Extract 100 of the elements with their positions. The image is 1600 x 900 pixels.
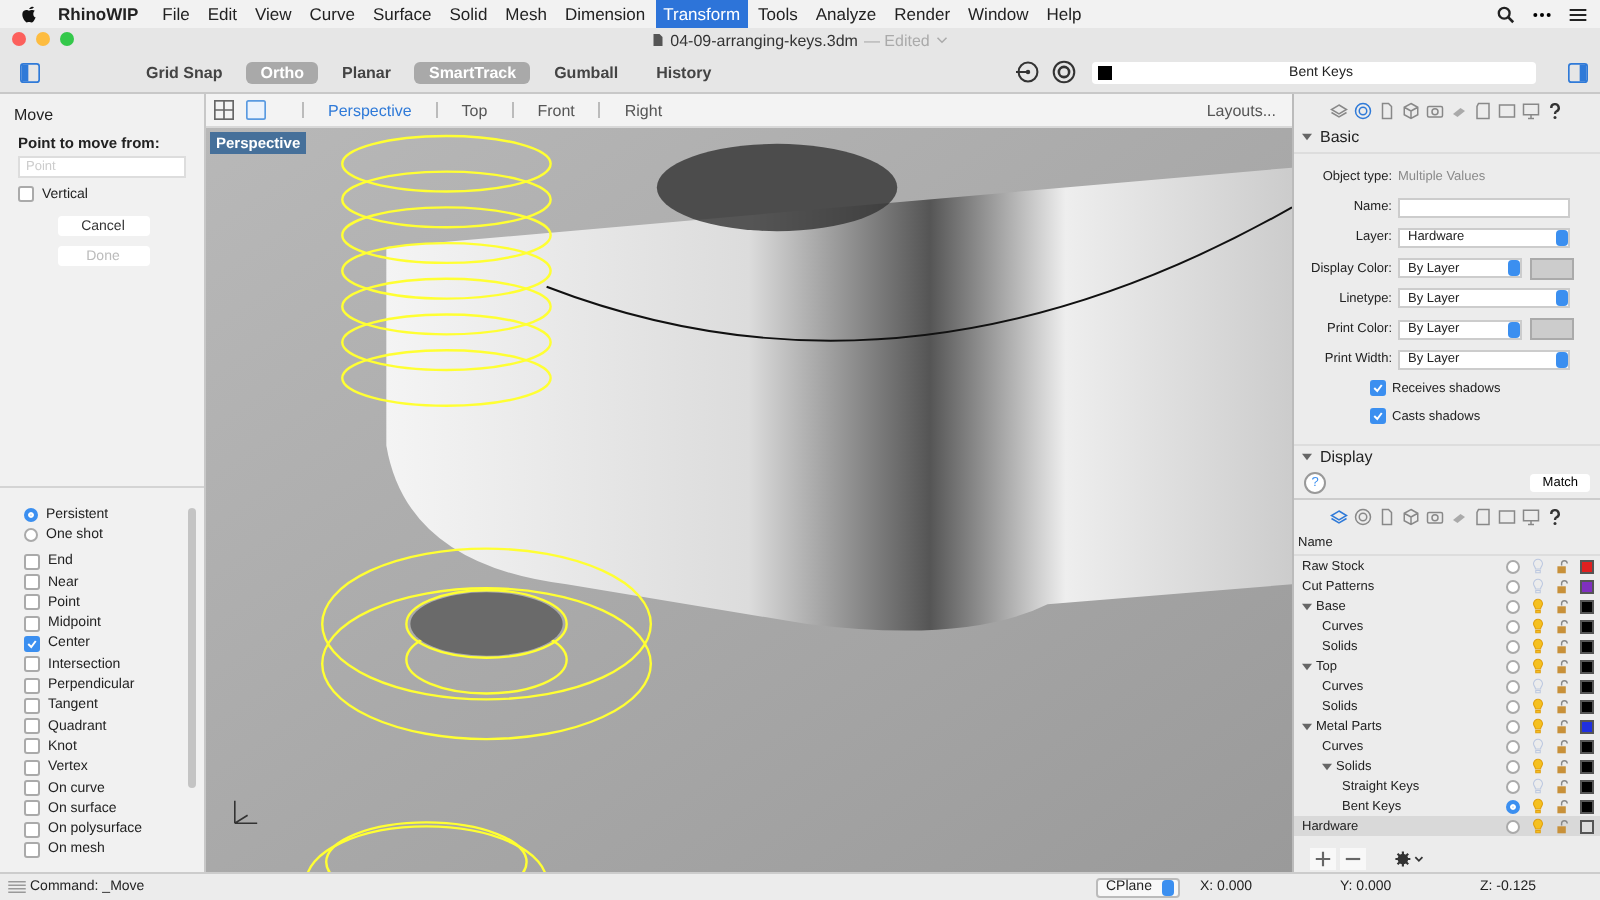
camera-icon[interactable] bbox=[1426, 507, 1444, 525]
current-layer-radio[interactable] bbox=[1506, 819, 1520, 833]
list-icon[interactable] bbox=[1568, 5, 1588, 23]
current-layer-radio[interactable] bbox=[1506, 599, 1520, 613]
checkbox[interactable] bbox=[24, 718, 40, 735]
current-layer-radio[interactable] bbox=[1506, 619, 1520, 633]
layer-color-swatch[interactable] bbox=[1580, 679, 1594, 693]
menu-item[interactable]: Tools bbox=[750, 0, 806, 28]
checkbox[interactable] bbox=[24, 635, 40, 652]
padlock-icon[interactable] bbox=[1556, 659, 1570, 673]
checkbox[interactable] bbox=[24, 697, 40, 714]
padlock-icon[interactable] bbox=[1556, 559, 1570, 573]
disclosure-triangle-icon[interactable] bbox=[1302, 661, 1312, 671]
radio-button[interactable] bbox=[24, 527, 38, 542]
padlock-icon[interactable] bbox=[1556, 699, 1570, 713]
layer-color-swatch[interactable] bbox=[1580, 819, 1594, 833]
layer-color-swatch[interactable] bbox=[1580, 779, 1594, 793]
checkbox[interactable] bbox=[1370, 380, 1386, 397]
checkbox[interactable] bbox=[24, 574, 40, 591]
disclosure-triangle-icon[interactable] bbox=[1302, 452, 1312, 462]
checkbox[interactable] bbox=[1370, 408, 1386, 425]
lightbulb-icon[interactable] bbox=[1532, 598, 1544, 614]
padlock-icon[interactable] bbox=[1556, 599, 1570, 613]
document-icon[interactable] bbox=[1378, 101, 1396, 119]
cube-icon[interactable] bbox=[1402, 507, 1420, 525]
snap-toggle[interactable]: Grid Snap bbox=[132, 61, 237, 83]
viewport-tab[interactable]: Right bbox=[624, 101, 663, 119]
checkbox[interactable] bbox=[18, 186, 34, 202]
layer-color-swatch[interactable] bbox=[1580, 659, 1594, 673]
object-properties-icon[interactable] bbox=[1354, 101, 1372, 119]
layers-icon[interactable] bbox=[1330, 507, 1348, 525]
snap-toggle[interactable]: Planar bbox=[328, 61, 405, 83]
color-swatch[interactable] bbox=[1530, 257, 1574, 280]
section-title[interactable]: Display bbox=[1320, 448, 1373, 466]
disclosure-triangle-icon[interactable] bbox=[1302, 601, 1312, 611]
close-button[interactable] bbox=[12, 32, 26, 46]
current-layer-radio[interactable] bbox=[1506, 759, 1520, 773]
viewport-tab[interactable]: Perspective bbox=[328, 101, 412, 119]
menu-item[interactable]: File bbox=[154, 0, 198, 28]
search-icon[interactable] bbox=[1496, 5, 1516, 23]
current-layer-radio[interactable] bbox=[1506, 579, 1520, 593]
disclosure-triangle-icon[interactable] bbox=[1302, 721, 1312, 731]
menu-item[interactable]: Transform bbox=[655, 0, 749, 28]
checkbox[interactable] bbox=[24, 780, 40, 796]
layer-color-swatch[interactable] bbox=[1580, 619, 1594, 633]
scrollbar[interactable] bbox=[188, 508, 196, 788]
circle-target-icon[interactable] bbox=[1052, 60, 1076, 84]
document-icon[interactable] bbox=[1378, 507, 1396, 525]
padlock-icon[interactable] bbox=[1556, 779, 1570, 793]
monitor-icon[interactable] bbox=[1522, 101, 1540, 119]
command-history-icon[interactable] bbox=[8, 880, 26, 894]
disclosure-triangle-icon[interactable] bbox=[1322, 761, 1332, 771]
single-viewport-icon[interactable] bbox=[246, 100, 266, 120]
layouts-button[interactable]: Layouts... bbox=[1206, 101, 1276, 119]
layer-color-swatch[interactable] bbox=[1580, 599, 1594, 613]
padlock-icon[interactable] bbox=[1556, 619, 1570, 633]
question-mark-icon[interactable] bbox=[1546, 507, 1564, 525]
padlock-icon[interactable] bbox=[1556, 719, 1570, 733]
menu-item[interactable]: Solid bbox=[441, 0, 496, 28]
viewport-tab[interactable]: Top bbox=[461, 101, 488, 119]
menu-item[interactable]: Help bbox=[1038, 0, 1090, 28]
snap-toggle[interactable]: Gumball bbox=[540, 61, 633, 83]
remove-layer-icon[interactable] bbox=[1340, 847, 1366, 869]
checkbox[interactable] bbox=[24, 615, 40, 632]
menu-item[interactable]: Mesh bbox=[497, 0, 555, 28]
add-layer-icon[interactable] bbox=[1310, 847, 1336, 869]
checkbox[interactable] bbox=[24, 800, 40, 817]
lightbulb-icon[interactable] bbox=[1532, 698, 1544, 714]
padlock-icon[interactable] bbox=[1556, 739, 1570, 753]
four-viewports-icon[interactable] bbox=[214, 100, 234, 120]
current-layer-radio[interactable] bbox=[1506, 679, 1520, 693]
sheet-icon[interactable] bbox=[1474, 507, 1492, 525]
menu-item[interactable]: Window bbox=[960, 0, 1037, 28]
lightbulb-icon[interactable] bbox=[1532, 798, 1544, 814]
current-layer-radio[interactable] bbox=[1506, 799, 1520, 813]
menu-item[interactable]: Curve bbox=[301, 0, 363, 28]
cube-icon[interactable] bbox=[1402, 101, 1420, 119]
layers-icon[interactable] bbox=[1330, 101, 1348, 119]
checkbox[interactable] bbox=[24, 759, 40, 776]
current-layer-radio[interactable] bbox=[1506, 699, 1520, 713]
layer-color-swatch[interactable] bbox=[1580, 719, 1594, 733]
menu-item[interactable]: View bbox=[247, 0, 300, 28]
current-layer-radio[interactable] bbox=[1506, 559, 1520, 573]
chevron-icon[interactable] bbox=[935, 36, 948, 44]
lightbulb-icon[interactable] bbox=[1532, 618, 1544, 634]
viewport-tab[interactable]: Front bbox=[537, 101, 575, 119]
right-sidebar-toggle-icon[interactable] bbox=[1568, 61, 1588, 83]
checkbox[interactable] bbox=[24, 594, 40, 611]
current-layer-radio[interactable] bbox=[1506, 639, 1520, 653]
current-layer-radio[interactable] bbox=[1506, 719, 1520, 733]
radio-button[interactable] bbox=[24, 507, 38, 522]
layer-color-swatch[interactable] bbox=[1580, 699, 1594, 713]
question-mark-icon[interactable] bbox=[1546, 101, 1564, 119]
layer-color-swatch[interactable] bbox=[1580, 639, 1594, 653]
padlock-icon[interactable] bbox=[1556, 579, 1570, 593]
current-layer-radio[interactable] bbox=[1506, 659, 1520, 673]
lightbulb-icon[interactable] bbox=[1532, 638, 1544, 654]
checkbox[interactable] bbox=[24, 738, 40, 755]
padlock-icon[interactable] bbox=[1556, 759, 1570, 773]
checkbox[interactable] bbox=[24, 821, 40, 838]
